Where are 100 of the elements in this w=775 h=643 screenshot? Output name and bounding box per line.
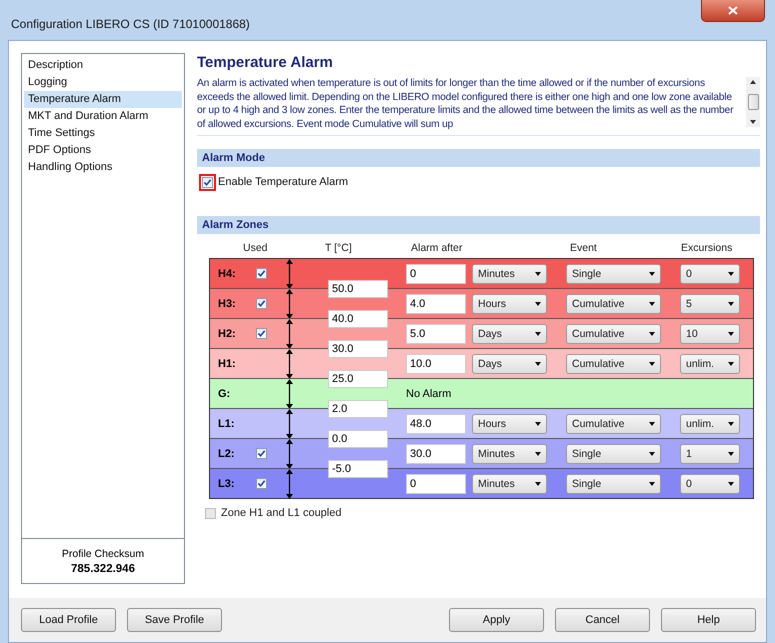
event-dropdown[interactable]: Single — [566, 264, 661, 284]
unit-dropdown[interactable]: Hours — [472, 294, 547, 314]
caret-icon — [649, 332, 655, 336]
checkbox[interactable] — [205, 508, 216, 518]
description-text: An alarm is activated when temperature is out of limits for longer than the time allowed or if the number of excursions exceeds the allowed limit. Depending on the LIBERO model configured there is either one high and one low zone available or up to 4 high and 3 low zones. Enter the temperature limits and the allowed time between the limits as well as the number of allowed excursions. Event mode Cumulative will sum up — [197, 77, 734, 131]
scroll-down-icon — [750, 120, 756, 124]
dialog-button[interactable]: Cancel — [555, 608, 650, 632]
caret-icon — [728, 422, 734, 426]
unit-dropdown[interactable]: Days — [472, 324, 547, 344]
checkbox[interactable] — [256, 448, 266, 459]
caret-icon — [728, 452, 734, 456]
checkbox[interactable] — [256, 478, 266, 489]
navigation-item[interactable]: Handling Options — [24, 159, 182, 176]
excursions-dropdown[interactable]: 10 — [680, 324, 740, 344]
zone-label: L2: — [217, 448, 236, 460]
column-header: Excursions — [681, 242, 732, 254]
navigation-item[interactable]: MKT and Duration Alarm — [24, 108, 182, 125]
section-header: Alarm Zones — [197, 216, 760, 234]
close-icon — [728, 6, 738, 15]
excursions-dropdown[interactable]: unlim. — [680, 354, 740, 374]
caret-icon — [535, 272, 541, 276]
temperature-limit-field[interactable]: 25.0 — [328, 370, 388, 388]
excursions-dropdown[interactable]: 5 — [680, 294, 740, 314]
caret-icon — [649, 422, 655, 426]
caret-icon — [535, 482, 541, 486]
double-arrow-icon — [284, 318, 294, 348]
double-arrow-icon — [284, 468, 294, 498]
caret-icon — [649, 272, 655, 276]
temperature-limit-field[interactable]: -5.0 — [328, 460, 388, 478]
zone-label: H1: — [217, 358, 237, 370]
alarm-after-field[interactable]: 4.0 — [406, 294, 466, 314]
navigation-item[interactable]: Description — [24, 57, 182, 74]
excursions-dropdown[interactable]: unlim. — [680, 414, 740, 434]
navigation-item[interactable]: Logging — [24, 74, 182, 91]
zone-label: L3: — [217, 478, 236, 490]
double-arrow-icon — [284, 378, 294, 408]
temperature-limit-field[interactable]: 50.0 — [328, 280, 388, 298]
zone-label: H2: — [217, 328, 237, 340]
event-dropdown[interactable]: Cumulative — [566, 324, 661, 344]
temperature-limit-field[interactable]: 2.0 — [328, 400, 388, 418]
caret-icon — [728, 482, 734, 486]
excursions-dropdown[interactable]: 1 — [680, 444, 740, 464]
caret-icon — [649, 482, 655, 486]
column-header: Used — [243, 242, 268, 254]
caret-icon — [649, 302, 655, 306]
column-header: Event — [570, 242, 597, 254]
excursions-dropdown[interactable]: 0 — [680, 474, 740, 494]
dialog-button[interactable]: Apply — [449, 608, 544, 632]
caret-icon — [728, 332, 734, 336]
unit-dropdown[interactable]: Hours — [472, 414, 547, 434]
caret-icon — [535, 422, 541, 426]
alarm-after-field[interactable]: 5.0 — [406, 324, 466, 344]
unit-dropdown[interactable]: Minutes — [472, 444, 547, 464]
temperature-limit-field[interactable]: 40.0 — [328, 310, 388, 328]
navigation-item[interactable]: Temperature Alarm — [24, 91, 182, 108]
checkbox-label: Zone H1 and L1 coupled — [221, 507, 342, 519]
close-button[interactable] — [701, 0, 765, 22]
alarm-after-field[interactable]: 30.0 — [406, 444, 466, 464]
double-arrow-icon — [284, 408, 294, 438]
caret-icon — [728, 362, 734, 366]
alarm-after-field[interactable]: 0 — [406, 474, 466, 494]
double-arrow-icon — [284, 288, 294, 318]
profile-button[interactable]: Load Profile — [21, 608, 116, 632]
page-title: Temperature Alarm — [197, 54, 334, 71]
alarm-after-field[interactable]: 0 — [406, 264, 466, 284]
alarm-after-field[interactable]: 48.0 — [406, 414, 466, 434]
alarm-after-field[interactable]: 10.0 — [406, 354, 466, 374]
profile-button[interactable]: Save Profile — [127, 608, 222, 632]
temperature-limit-field[interactable]: 30.0 — [328, 340, 388, 358]
no-alarm-text: No Alarm — [406, 388, 452, 400]
zone-label: H4: — [217, 268, 237, 280]
unit-dropdown[interactable]: Days — [472, 354, 547, 374]
caret-icon — [728, 272, 734, 276]
event-dropdown[interactable]: Cumulative — [566, 414, 661, 434]
caret-icon — [535, 452, 541, 456]
scroll-thumb[interactable] — [748, 94, 758, 110]
event-dropdown[interactable]: Single — [566, 474, 661, 494]
unit-dropdown[interactable]: Minutes — [472, 264, 547, 284]
event-dropdown[interactable]: Cumulative — [566, 354, 661, 374]
event-dropdown[interactable]: Cumulative — [566, 294, 661, 314]
column-header: T [°C] — [325, 242, 352, 254]
checkbox[interactable] — [256, 268, 266, 279]
checkbox[interactable] — [256, 298, 266, 309]
navigation-item[interactable]: Time Settings — [24, 125, 182, 142]
navigation-item[interactable]: PDF Options — [24, 142, 182, 159]
zone-label: L1: — [217, 418, 236, 430]
window-title: Configuration LIBERO CS (ID 71010001868) — [11, 17, 250, 31]
checksum-value: 785.322.946 — [71, 562, 135, 574]
scroll-bar[interactable] — [746, 77, 760, 127]
caret-icon — [649, 362, 655, 366]
caret-icon — [649, 452, 655, 456]
checkbox[interactable] — [256, 328, 266, 339]
dialog-button[interactable]: Help — [661, 608, 756, 632]
scroll-up-icon — [750, 80, 756, 84]
unit-dropdown[interactable]: Minutes — [472, 474, 547, 494]
zone-label: H3: — [217, 298, 237, 310]
caret-icon — [535, 302, 541, 306]
temperature-limit-field[interactable]: 0.0 — [328, 430, 388, 448]
event-dropdown[interactable]: Single — [566, 444, 661, 464]
excursions-dropdown[interactable]: 0 — [680, 264, 740, 284]
